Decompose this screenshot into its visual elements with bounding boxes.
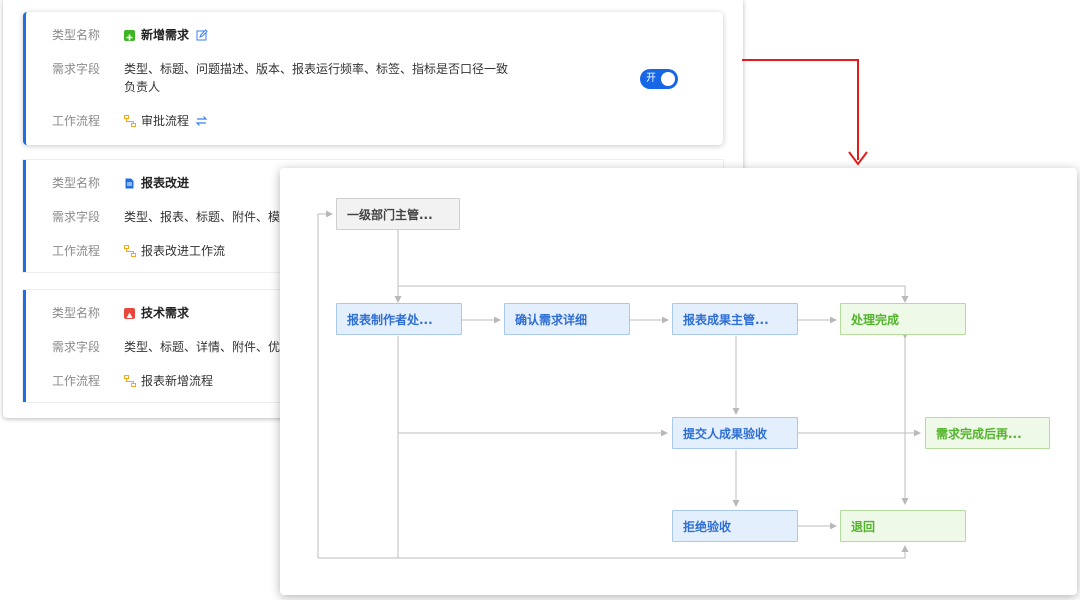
type-name-label: 类型名称 xyxy=(52,176,101,190)
toggle-knob xyxy=(661,72,675,86)
enable-toggle[interactable]: 开 xyxy=(640,69,678,89)
fields-label: 需求字段 xyxy=(52,340,101,354)
type-name-row: 类型名称 新增需求 xyxy=(52,26,208,44)
node-complete-again[interactable]: 需求完成后再... xyxy=(925,417,1050,449)
node-report-maker[interactable]: 报表制作者处... xyxy=(336,303,462,335)
toggle-label: 开 xyxy=(646,73,656,84)
workflow-diagram-panel: 一级部门主管... 报表制作者处... 确认需求详细 报表成果主管... 处理完… xyxy=(280,168,1077,595)
workflow-label: 工作流程 xyxy=(52,374,101,388)
type-name: 报表改进 xyxy=(141,176,190,190)
workflow-label: 工作流程 xyxy=(52,114,101,128)
node-dept-head[interactable]: 一级部门主管... xyxy=(336,198,460,230)
fields-row: 需求字段 类型、报表、标题、附件、模 xyxy=(52,208,280,226)
fields-row: 需求字段 类型、标题、详情、附件、优 xyxy=(52,338,280,356)
node-confirm-detail[interactable]: 确认需求详细 xyxy=(504,303,630,335)
node-reject-accept[interactable]: 拒绝验收 xyxy=(672,510,798,542)
edit-icon[interactable] xyxy=(196,29,208,41)
edge-top-to-done xyxy=(398,285,909,303)
workflow-icon xyxy=(124,115,136,127)
workflow-name[interactable]: 报表新增流程 xyxy=(141,372,213,390)
type-name: 技术需求 xyxy=(141,306,190,320)
node-result-head[interactable]: 报表成果主管... xyxy=(672,303,798,335)
workflow-name[interactable]: 报表改进工作流 xyxy=(141,242,225,260)
fields-label: 需求字段 xyxy=(52,210,101,224)
fields-value: 类型、标题、问题描述、版本、报表运行频率、标签、指标是否口径一致 xyxy=(124,62,509,76)
workflow-name[interactable]: 审批流程 xyxy=(141,112,189,130)
edge-left-loop xyxy=(317,210,333,558)
fields-value-2: 负责人 xyxy=(124,80,161,94)
plus-square-icon xyxy=(124,29,135,41)
fields-value: 类型、标题、详情、附件、优 xyxy=(124,340,281,354)
type-name-label: 类型名称 xyxy=(52,306,101,320)
edge-bottom-to-return xyxy=(318,545,909,559)
fields-row-continued: 负责人 xyxy=(52,78,160,96)
workflow-row: 工作流程 报表新增流程 xyxy=(52,372,213,390)
workflow-label: 工作流程 xyxy=(52,244,101,258)
workflow-icon xyxy=(124,375,136,387)
fields-value: 类型、报表、标题、附件、模 xyxy=(124,210,281,224)
workflow-icon xyxy=(124,245,136,257)
node-submitter-accept[interactable]: 提交人成果验收 xyxy=(672,417,798,449)
workflow-row: 工作流程 审批流程 xyxy=(52,112,208,130)
type-name: 新增需求 xyxy=(141,28,190,42)
fields-row: 需求字段 类型、标题、问题描述、版本、报表运行频率、标签、指标是否口径一致 xyxy=(52,60,508,78)
type-name-label: 类型名称 xyxy=(52,28,101,42)
node-return[interactable]: 退回 xyxy=(840,510,966,542)
workflow-row: 工作流程 报表改进工作流 xyxy=(52,242,225,260)
type-card-new-request[interactable]: 类型名称 新增需求 需求字段 类型、标题、问题描述、版本、报表运行频率、标签、指… xyxy=(23,12,723,145)
type-name-row: 类型名称 技术需求 xyxy=(52,304,189,322)
alert-square-icon xyxy=(124,307,135,319)
fields-label: 需求字段 xyxy=(52,62,101,76)
switch-icon[interactable] xyxy=(195,115,208,127)
node-done[interactable]: 处理完成 xyxy=(840,303,966,335)
type-name-row: 类型名称 报表改进 xyxy=(52,174,189,192)
document-icon xyxy=(125,178,134,188)
